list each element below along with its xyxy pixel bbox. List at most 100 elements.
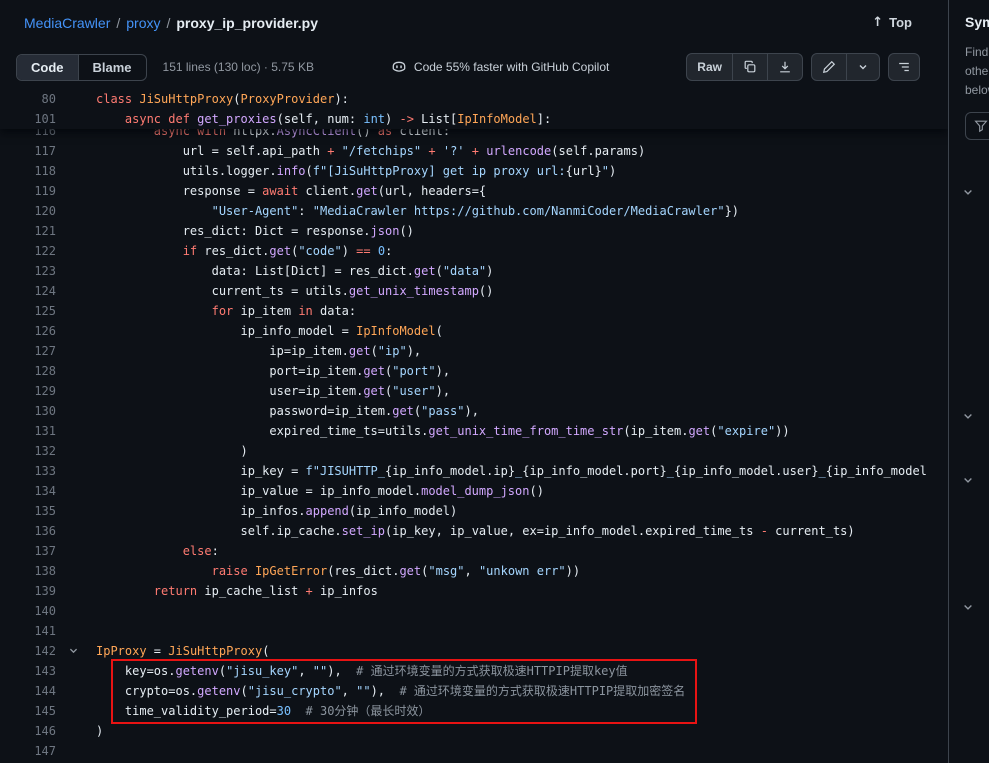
code-line: 127 ip=ip_item.get("ip"),: [0, 341, 948, 361]
code-line: 126 ip_info_model = IpInfoModel(: [0, 321, 948, 341]
download-raw-file-button[interactable]: [767, 54, 802, 80]
line-number[interactable]: 126: [0, 321, 56, 341]
funnel-filter-icon: [974, 119, 988, 133]
line-number[interactable]: 147: [0, 741, 56, 761]
symbol-section-chevron-icon[interactable]: [962, 186, 974, 198]
app: MediaCrawler / proxy / proxy_ip_provider…: [0, 0, 989, 763]
line-number[interactable]: 121: [0, 221, 56, 241]
code-line: 119 response = await client.get(url, hea…: [0, 181, 948, 201]
gutter: [56, 561, 96, 581]
code-blame-switcher: Code Blame: [16, 54, 147, 81]
line-number[interactable]: 136: [0, 521, 56, 541]
pencil-icon: [822, 60, 836, 74]
line-number[interactable]: 118: [0, 161, 56, 181]
symbol-section-chevron-icon[interactable]: [962, 474, 974, 486]
line-number[interactable]: 124: [0, 281, 56, 301]
chevron-down-icon: [857, 61, 869, 73]
code-lines: 116 async with httpx.AsyncClient() as cl…: [0, 89, 948, 761]
breadcrumb-separator: /: [116, 15, 120, 31]
gutter: [56, 221, 96, 241]
edit-options-dropdown-button[interactable]: [846, 54, 879, 80]
line-number[interactable]: 128: [0, 361, 56, 381]
breadcrumb-separator: /: [166, 15, 170, 31]
line-number[interactable]: 120: [0, 201, 56, 221]
code-line-text: [96, 601, 948, 621]
code-line: 144 crypto=os.getenv("jisu_crypto", ""),…: [0, 681, 948, 701]
line-number[interactable]: 130: [0, 401, 56, 421]
symbol-section-chevron-icon[interactable]: [962, 410, 974, 422]
copilot-banner[interactable]: Code 55% faster with GitHub Copilot: [391, 59, 609, 75]
line-number[interactable]: 80: [0, 89, 56, 109]
breadcrumb-repo-link[interactable]: MediaCrawler: [24, 15, 110, 31]
gutter: [56, 141, 96, 161]
copilot-banner-text: Code 55% faster with GitHub Copilot: [414, 60, 609, 74]
breadcrumb-dir-link[interactable]: proxy: [126, 15, 160, 31]
symbols-description-line: below: [965, 81, 989, 100]
line-number[interactable]: 117: [0, 141, 56, 161]
symbols-description-line: Find: [965, 43, 989, 62]
line-number[interactable]: 134: [0, 481, 56, 501]
code-line: 131 expired_time_ts=utils.get_unix_time_…: [0, 421, 948, 441]
main-column: MediaCrawler / proxy / proxy_ip_provider…: [0, 0, 948, 763]
code-line-text: return ip_cache_list + ip_infos: [96, 581, 948, 601]
line-number[interactable]: 123: [0, 261, 56, 281]
line-number[interactable]: 122: [0, 241, 56, 261]
sticky-context-lines: 80class JiSuHttpProxy(ProxyProvider):101…: [0, 89, 948, 129]
symbols-panel: Symbols Find other below: [948, 0, 989, 763]
copy-raw-content-button[interactable]: [732, 54, 767, 80]
line-number[interactable]: 125: [0, 301, 56, 321]
code-line: 139 return ip_cache_list + ip_infos: [0, 581, 948, 601]
line-number[interactable]: 119: [0, 181, 56, 201]
code-line: 133 ip_key = f"JISUHTTP_{ip_info_model.i…: [0, 461, 948, 481]
gutter: [56, 521, 96, 541]
line-number[interactable]: 142: [0, 641, 56, 661]
line-number[interactable]: 132: [0, 441, 56, 461]
line-number[interactable]: 131: [0, 421, 56, 441]
code-line-text: key=os.getenv("jisu_key", ""), # 通过环境变量的…: [96, 661, 948, 681]
line-number[interactable]: 101: [0, 109, 56, 129]
symbol-section-chevron-icon[interactable]: [962, 601, 974, 613]
code-line: 138 raise IpGetError(res_dict.get("msg",…: [0, 561, 948, 581]
line-number[interactable]: 129: [0, 381, 56, 401]
tab-code[interactable]: Code: [17, 55, 79, 80]
line-number[interactable]: 137: [0, 541, 56, 561]
line-number[interactable]: 144: [0, 681, 56, 701]
code-line: 146): [0, 721, 948, 741]
code-line-text: crypto=os.getenv("jisu_crypto", ""), # 通…: [96, 681, 948, 701]
fold-chevron-icon[interactable]: [68, 645, 79, 657]
code-line-text: url = self.api_path + "/fetchips" + '?' …: [96, 141, 948, 161]
gutter: [56, 281, 96, 301]
gutter: [56, 261, 96, 281]
tab-blame[interactable]: Blame: [79, 55, 146, 80]
code-line: 129 user=ip_item.get("user"),: [0, 381, 948, 401]
line-number[interactable]: 146: [0, 721, 56, 741]
code-line: 132 ): [0, 441, 948, 461]
line-number[interactable]: 141: [0, 621, 56, 641]
code-line: 147: [0, 741, 948, 761]
code-line: 80class JiSuHttpProxy(ProxyProvider):: [0, 89, 948, 109]
line-number[interactable]: 135: [0, 501, 56, 521]
symbols-panel-toggle-button[interactable]: [888, 53, 920, 81]
breadcrumb-bar: MediaCrawler / proxy / proxy_ip_provider…: [0, 0, 948, 45]
gutter: [56, 181, 96, 201]
edit-file-button[interactable]: [812, 54, 846, 80]
code-line-text: port=ip_item.get("port"),: [96, 361, 948, 381]
code-line-text: ): [96, 721, 948, 741]
line-number[interactable]: 145: [0, 701, 56, 721]
gutter: [56, 381, 96, 401]
line-number[interactable]: 133: [0, 461, 56, 481]
line-number[interactable]: 138: [0, 561, 56, 581]
code-line: 136 self.ip_cache.set_ip(ip_key, ip_valu…: [0, 521, 948, 541]
line-number[interactable]: 143: [0, 661, 56, 681]
scroll-to-top-button[interactable]: ↑ Top: [872, 15, 912, 30]
line-number[interactable]: 139: [0, 581, 56, 601]
code-line-text: for ip_item in data:: [96, 301, 948, 321]
code-line: 135 ip_infos.append(ip_info_model): [0, 501, 948, 521]
line-number[interactable]: 140: [0, 601, 56, 621]
download-icon: [778, 60, 792, 74]
code-line-text: expired_time_ts=utils.get_unix_time_from…: [96, 421, 948, 441]
gutter: [56, 641, 96, 661]
raw-button[interactable]: Raw: [687, 54, 732, 80]
line-number[interactable]: 127: [0, 341, 56, 361]
symbols-filter-input[interactable]: [965, 112, 989, 140]
